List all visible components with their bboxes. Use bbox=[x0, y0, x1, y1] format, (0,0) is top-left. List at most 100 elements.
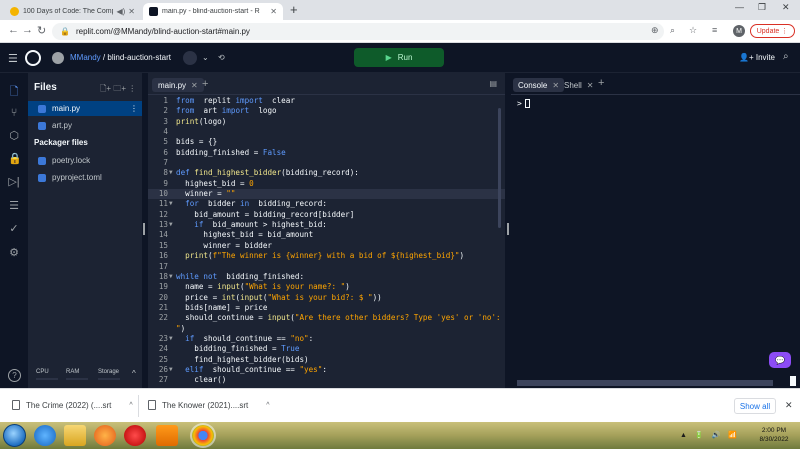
code-line[interactable]: 10 winner = "" bbox=[148, 189, 505, 200]
file-explorer-icon[interactable] bbox=[64, 425, 86, 446]
add-tab-button[interactable]: + bbox=[202, 78, 208, 90]
console-hscrollbar[interactable] bbox=[517, 380, 773, 386]
minimize-button[interactable]: — bbox=[735, 2, 744, 12]
chevron-down-icon[interactable]: ⌄ bbox=[202, 53, 209, 62]
code-line[interactable]: 22 should_continue = input("Are there ot… bbox=[148, 313, 505, 323]
new-tab-button[interactable]: + bbox=[290, 2, 298, 17]
close-icon[interactable]: ✕ bbox=[191, 81, 198, 90]
files-resize-handle[interactable] bbox=[143, 223, 145, 235]
check-icon[interactable]: ✓ bbox=[8, 222, 20, 235]
code-line[interactable]: 20 price = int(input("What is your bid?:… bbox=[148, 293, 505, 303]
chevron-up-icon[interactable]: ^ bbox=[129, 402, 132, 409]
opera-icon[interactable] bbox=[124, 425, 146, 446]
code-area[interactable]: 1 from replit import clear 2 from art impor… bbox=[148, 96, 505, 388]
replit-logo-icon[interactable] bbox=[25, 50, 41, 66]
system-tray[interactable]: ▲ 🔋 🔊 📶 bbox=[680, 431, 740, 439]
fold-icon[interactable]: ▼ bbox=[169, 199, 175, 209]
code-line[interactable]: 17 bbox=[148, 262, 505, 272]
close-icon[interactable]: ✕ bbox=[587, 81, 594, 90]
history-icon[interactable]: ⟲ bbox=[218, 53, 225, 62]
fold-icon[interactable]: ▼ bbox=[169, 272, 175, 282]
install-icon[interactable]: ⊕ bbox=[651, 25, 659, 36]
code-line[interactable]: 26 ▼ elif should_continue == "yes": bbox=[148, 365, 505, 375]
reload-icon[interactable]: ↻ bbox=[37, 24, 46, 37]
update-button[interactable]: Update ⋮ bbox=[750, 24, 795, 38]
firefox-icon[interactable] bbox=[94, 425, 116, 446]
code-line[interactable]: 13 ▼ if bid_amount > highest_bid: bbox=[148, 220, 505, 230]
browser-tab-100-days[interactable]: 100 Days of Code: The Comp ◀) ✕ bbox=[4, 3, 141, 20]
code-line[interactable]: 21 bids[name] = price bbox=[148, 303, 505, 313]
code-line[interactable]: 11 ▼ for bidder in bidding_record: bbox=[148, 199, 505, 209]
close-icon[interactable]: ✕ bbox=[785, 400, 793, 411]
clock[interactable]: 2:00 PM 8/30/2022 bbox=[752, 426, 796, 444]
fold-icon[interactable]: ▼ bbox=[169, 365, 175, 375]
secrets-icon[interactable]: 🔒 bbox=[8, 152, 22, 165]
address-bar[interactable]: 🔒 replit.com/@MMandy/blind-auction-start… bbox=[52, 23, 664, 40]
code-line[interactable]: 4 bbox=[148, 127, 505, 137]
breadcrumb-user[interactable]: MMandy bbox=[70, 53, 101, 62]
code-line[interactable]: 6 bidding_finished = False bbox=[148, 148, 505, 158]
code-line[interactable]: 1 from replit import clear bbox=[148, 96, 505, 106]
fold-icon[interactable]: ▼ bbox=[169, 334, 175, 344]
vlc-icon[interactable] bbox=[156, 425, 178, 446]
editor-settings-icon[interactable]: ▤ bbox=[489, 79, 497, 88]
editor-tab-main-py[interactable]: main.py ✕ bbox=[152, 78, 204, 92]
files-icon[interactable]: 🗋 bbox=[8, 83, 20, 102]
packages-icon[interactable]: ⬡ bbox=[8, 129, 20, 142]
settings-icon[interactable]: ⚙ bbox=[8, 246, 20, 259]
download-item[interactable]: The Knower (2021)....srt ^ bbox=[148, 400, 270, 410]
resource-monitor[interactable]: CPU RAM Storage ^ bbox=[28, 369, 142, 385]
search-icon[interactable]: ⌕ bbox=[783, 51, 789, 62]
code-line[interactable]: 5 bids = {} bbox=[148, 137, 505, 147]
download-item[interactable]: The Crime (2022) (....srt ^ bbox=[12, 400, 133, 410]
file-item-pyproject-toml[interactable]: pyproject.toml bbox=[28, 170, 142, 185]
new-folder-icon[interactable]: 🗀+ bbox=[113, 84, 126, 93]
code-line[interactable]: 14 highest_bid = bid_amount bbox=[148, 230, 505, 240]
database-icon[interactable]: ☰ bbox=[8, 199, 20, 212]
code-line[interactable]: 16 print(f"The winner is {winner} with a… bbox=[148, 251, 505, 261]
code-line[interactable]: 27 clear() bbox=[148, 375, 505, 385]
new-file-icon[interactable]: 🗋+ bbox=[100, 84, 111, 93]
close-window-button[interactable]: ✕ bbox=[782, 2, 790, 13]
user-avatar[interactable] bbox=[52, 52, 64, 64]
chevron-up-icon[interactable]: ^ bbox=[132, 369, 136, 378]
code-line[interactable]: 25 find_highest_bidder(bids) bbox=[148, 355, 505, 365]
code-line[interactable]: 24 bidding_finished = True bbox=[148, 344, 505, 354]
bookmark-star-icon[interactable]: ☆ bbox=[689, 25, 697, 36]
git-icon[interactable]: ⑂ bbox=[8, 107, 20, 119]
code-line[interactable]: 23 ▼ if should_continue == "no": bbox=[148, 334, 505, 344]
run-button[interactable]: ▶ Run bbox=[354, 48, 444, 67]
file-item-main-py[interactable]: main.py ⋮ bbox=[28, 101, 142, 116]
profile-avatar[interactable]: M bbox=[733, 25, 745, 37]
chat-button[interactable]: 💬 bbox=[769, 352, 791, 368]
tab-shell[interactable]: Shell ✕ bbox=[559, 78, 599, 92]
code-line[interactable]: 7 bbox=[148, 158, 505, 168]
start-button[interactable] bbox=[3, 424, 26, 447]
zoom-icon[interactable]: ⌕ bbox=[670, 25, 675, 36]
code-line[interactable]: 15 winner = bidder bbox=[148, 241, 505, 251]
file-item-poetry-lock[interactable]: poetry.lock bbox=[28, 153, 142, 168]
fold-icon[interactable]: ▼ bbox=[169, 168, 175, 178]
code-line[interactable]: ") bbox=[148, 324, 505, 334]
debugger-icon[interactable]: ▷| bbox=[8, 175, 20, 188]
reading-list-icon[interactable]: ≡ bbox=[712, 25, 717, 35]
console-vscrollbar[interactable] bbox=[790, 376, 796, 386]
more-icon[interactable]: ⋮ bbox=[128, 84, 136, 93]
maximize-button[interactable]: ❐ bbox=[758, 2, 766, 13]
menu-icon[interactable]: ☰ bbox=[8, 52, 18, 65]
audio-icon[interactable]: ◀) bbox=[116, 7, 125, 16]
close-tab-icon[interactable]: ✕ bbox=[270, 7, 277, 16]
breadcrumb-repl[interactable]: blind-auction-start bbox=[107, 53, 171, 62]
close-tab-icon[interactable]: ✕ bbox=[128, 7, 135, 16]
browser-tab-main-py[interactable]: main.py - blind-auction-start - R ✕ bbox=[143, 3, 283, 20]
add-tab-button[interactable]: + bbox=[598, 77, 604, 89]
code-line[interactable]: 9 highest_bid = 0 bbox=[148, 179, 505, 189]
chevron-up-icon[interactable]: ^ bbox=[266, 402, 269, 409]
editor-scrollbar[interactable] bbox=[498, 108, 501, 228]
file-item-art-py[interactable]: art.py bbox=[28, 118, 142, 133]
internet-explorer-icon[interactable] bbox=[34, 425, 56, 446]
resize-handle[interactable] bbox=[507, 223, 509, 235]
back-icon[interactable]: ← bbox=[8, 24, 19, 36]
chrome-icon[interactable] bbox=[190, 423, 216, 448]
code-line[interactable]: 12 bid_amount = bidding_record[bidder] bbox=[148, 210, 505, 220]
